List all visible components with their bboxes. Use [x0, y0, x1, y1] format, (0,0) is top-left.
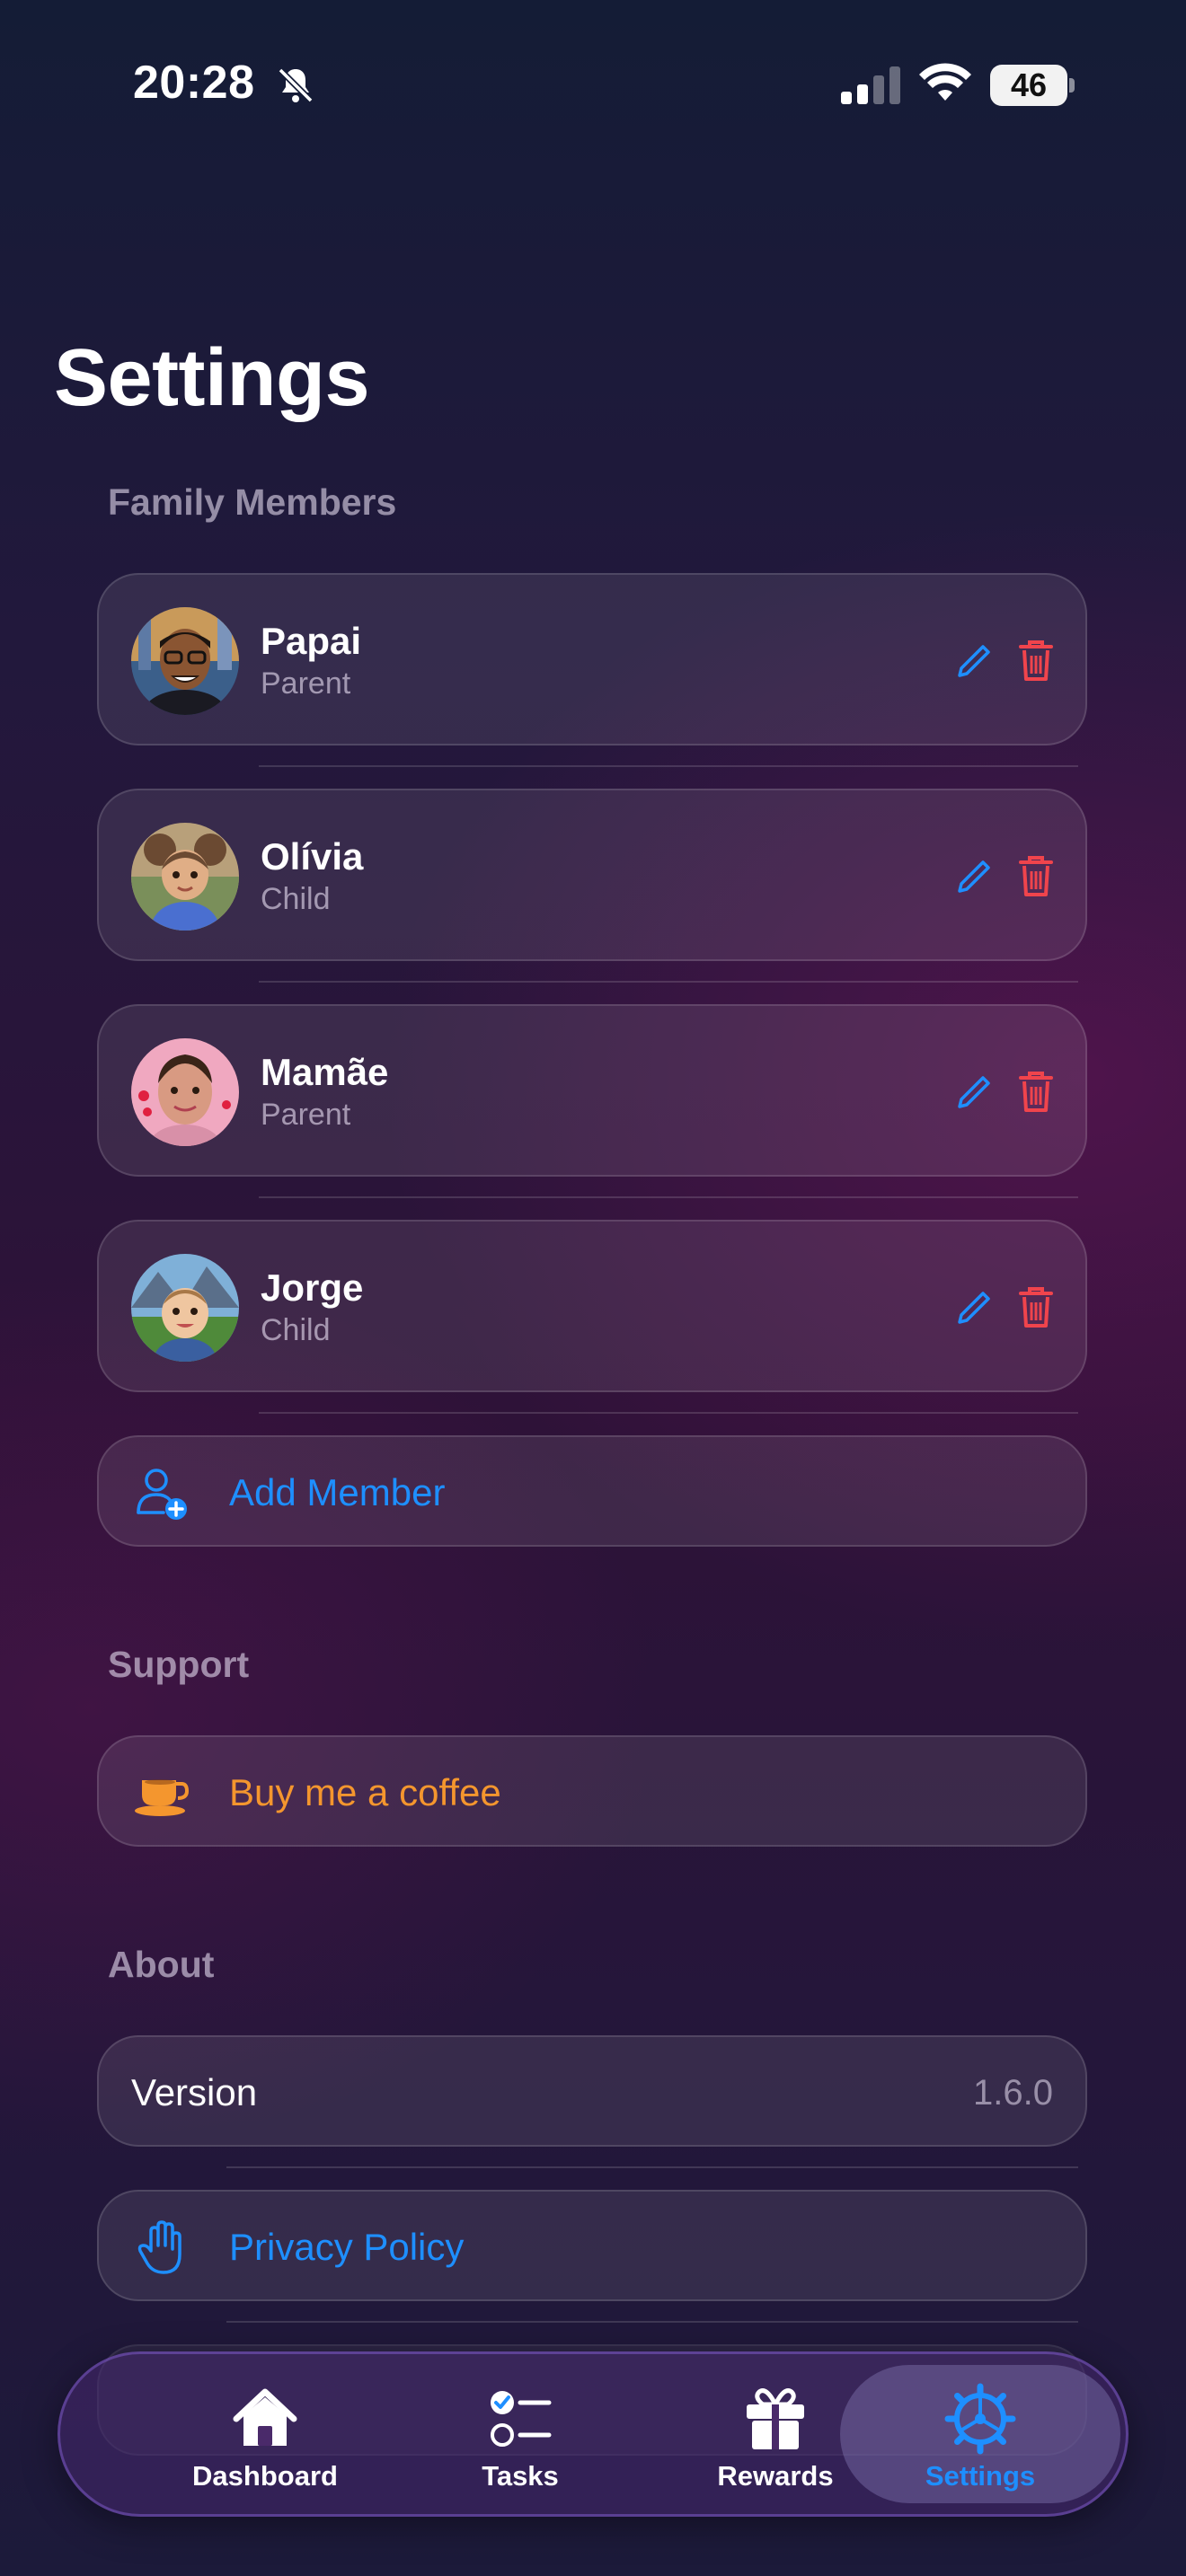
member-name: Papai	[261, 620, 362, 662]
delete-trash-icon[interactable]	[1017, 853, 1055, 898]
separator	[259, 1196, 1078, 1198]
privacy-policy-link[interactable]: Privacy Policy	[97, 2190, 1087, 2301]
edit-pencil-icon[interactable]	[954, 1072, 994, 1112]
version-label: Version	[131, 2071, 258, 2113]
member-row-papai[interactable]: Papai Parent	[97, 573, 1087, 745]
member-row-olivia[interactable]: Olívia Child	[97, 789, 1087, 961]
add-member-button[interactable]: Add Member	[97, 1435, 1087, 1547]
section-header-about: About	[108, 1944, 215, 1985]
edit-pencil-icon[interactable]	[954, 1288, 994, 1328]
raised-hand-icon	[137, 2220, 181, 2274]
coffee-cup-icon	[135, 1779, 190, 1816]
separator	[226, 2321, 1078, 2323]
delete-trash-icon[interactable]	[1017, 1069, 1055, 1114]
tab-bar: Dashboard Tasks Rewards Settings	[58, 2351, 1128, 2517]
cellular-signal-icon	[841, 66, 900, 104]
avatar	[131, 1038, 239, 1146]
tab-dashboard[interactable]: Dashboard	[139, 2354, 391, 2514]
gift-icon	[747, 2388, 804, 2449]
tab-label: Tasks	[482, 2460, 559, 2492]
separator	[259, 765, 1078, 767]
delete-trash-icon[interactable]	[1017, 638, 1055, 683]
wifi-icon	[919, 63, 971, 101]
tab-label: Dashboard	[192, 2460, 338, 2492]
section-header-family: Family Members	[108, 481, 397, 523]
version-row: Version 1.6.0	[97, 2035, 1087, 2147]
edit-pencil-icon[interactable]	[954, 641, 994, 681]
member-role: Child	[261, 882, 331, 916]
member-role: Parent	[261, 1098, 351, 1132]
member-role: Parent	[261, 666, 351, 701]
tab-label: Settings	[925, 2460, 1036, 2492]
avatar	[131, 1254, 239, 1362]
member-row-mamae[interactable]: Mamãe Parent	[97, 1004, 1087, 1177]
delete-trash-icon[interactable]	[1017, 1284, 1055, 1329]
version-value: 1.6.0	[973, 2073, 1053, 2113]
add-person-icon	[137, 1469, 187, 1520]
privacy-policy-label: Privacy Policy	[229, 2226, 465, 2268]
gear-icon	[944, 2383, 1016, 2455]
separator	[259, 981, 1078, 983]
tab-settings[interactable]: Settings	[854, 2354, 1106, 2514]
page-title: Settings	[54, 333, 370, 423]
home-icon	[233, 2388, 297, 2446]
avatar	[131, 607, 239, 715]
battery-level: 46	[1010, 66, 1048, 103]
buy-me-a-coffee-button[interactable]: Buy me a coffee	[97, 1735, 1087, 1847]
status-time: 20:28	[133, 57, 255, 109]
section-header-support: Support	[108, 1644, 250, 1685]
add-member-label: Add Member	[229, 1471, 446, 1513]
member-name: Jorge	[261, 1266, 364, 1309]
separator	[259, 1412, 1078, 1414]
checklist-icon	[491, 2391, 552, 2447]
member-name: Olívia	[261, 835, 364, 878]
battery-indicator: 46	[990, 65, 1076, 106]
avatar	[131, 823, 239, 931]
edit-pencil-icon[interactable]	[954, 857, 994, 896]
tab-tasks[interactable]: Tasks	[394, 2354, 646, 2514]
silent-mode-bell-icon	[278, 67, 314, 103]
separator	[226, 2166, 1078, 2168]
member-row-jorge[interactable]: Jorge Child	[97, 1220, 1087, 1392]
member-role: Child	[261, 1313, 331, 1347]
buy-me-a-coffee-label: Buy me a coffee	[229, 1771, 501, 1813]
member-name: Mamãe	[261, 1051, 389, 1093]
